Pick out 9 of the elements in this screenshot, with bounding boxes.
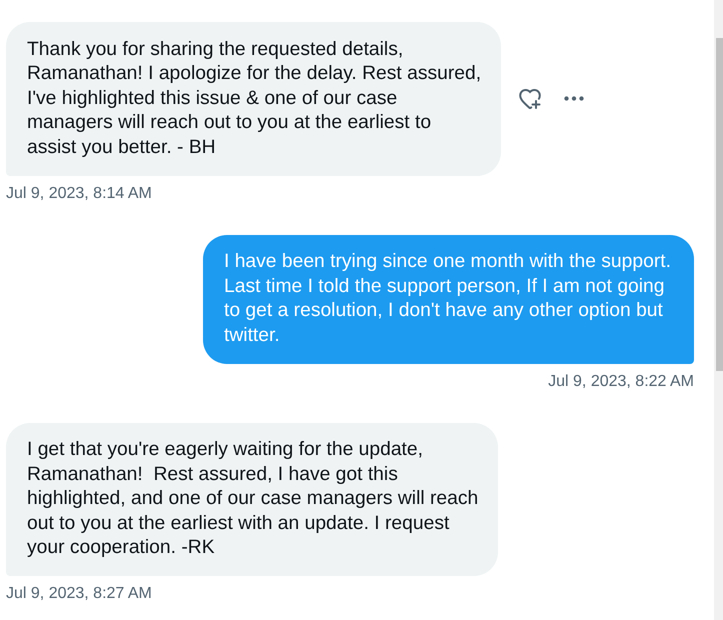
received-message-bubble: Thank you for sharing the requested details, Ramanathan! I apologize for the delay. Rest assured, I've highlighted this issue & one of our case managers will reach out to you at the earliest to assist you better. - BH <box>6 22 502 176</box>
sent-message-bubble: I have been trying since one month with the support. Last time I told the support person, If I am not going to get a resolution, I don't have any other option but twitter. <box>203 234 694 364</box>
more-icon[interactable] <box>564 96 584 102</box>
received-message-bubble: I get that you're eagerly waiting for the update, Ramanathan! Rest assured, I have got this highlighted, and one of our case managers will reach out to you at the earliest with an update. I request your cooperation. -RK <box>6 422 498 576</box>
message-timestamp: Jul 9, 2023, 8:27 AM <box>6 584 152 604</box>
message-timestamp: Jul 9, 2023, 8:14 AM <box>6 184 152 204</box>
message-timestamp: Jul 9, 2023, 8:22 AM <box>548 372 694 392</box>
heart-plus-icon[interactable] <box>519 88 542 109</box>
scrollbar-thumb[interactable] <box>716 38 723 371</box>
